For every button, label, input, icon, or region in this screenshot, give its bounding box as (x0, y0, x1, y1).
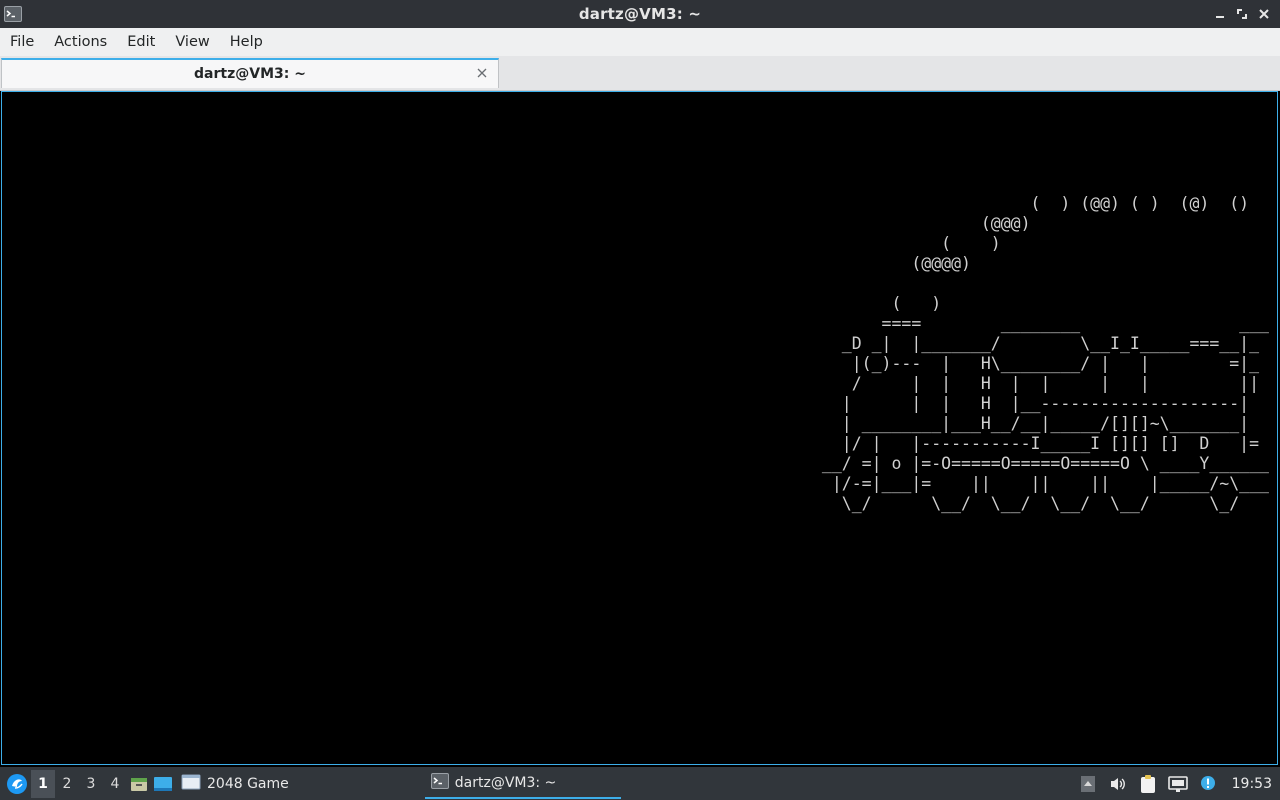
network-icon[interactable] (1167, 773, 1188, 795)
window-titlebar[interactable]: dartz@VM3: ~ (0, 0, 1280, 28)
terminal-view[interactable]: ( ) (@@) ( ) (@) () (@@@) ( ) (@@@@) ( )… (1, 91, 1278, 765)
menu-file[interactable]: File (0, 34, 44, 50)
tab-bar: dartz@VM3: ~ (0, 56, 1280, 91)
terminal-output: ( ) (@@) ( ) (@) () (@@@) ( ) (@@@@) ( )… (821, 194, 1269, 513)
terminal-icon (430, 772, 449, 793)
tray-expand-icon[interactable] (1078, 773, 1098, 795)
system-tray: 19:53 (1078, 773, 1280, 795)
menu-help[interactable]: Help (220, 34, 273, 50)
terminal-app-icon[interactable] (4, 5, 22, 23)
window-controls (1212, 6, 1272, 22)
tab-label: dartz@VM3: ~ (194, 66, 306, 82)
minimize-icon[interactable] (1212, 6, 1228, 22)
file-manager-icon[interactable] (127, 770, 151, 798)
task-label: dartz@VM3: ~ (454, 774, 557, 791)
menu-actions[interactable]: Actions (44, 34, 117, 50)
maximize-icon[interactable] (1234, 6, 1250, 22)
window-title: dartz@VM3: ~ (578, 5, 702, 23)
start-menu-icon[interactable] (3, 770, 31, 798)
tab-close-icon[interactable] (474, 65, 490, 81)
menu-edit[interactable]: Edit (117, 34, 165, 50)
volume-icon[interactable] (1108, 773, 1128, 795)
desktop-2[interactable]: 2 (55, 770, 79, 798)
window-icon (181, 773, 201, 795)
taskbar: 1 2 3 4 2048 Game dartz@VM3: ~ 19:53 (0, 767, 1280, 800)
desktop-4[interactable]: 4 (103, 770, 127, 798)
task-label: 2048 Game (207, 775, 289, 792)
close-icon[interactable] (1256, 6, 1272, 22)
menu-view[interactable]: View (165, 34, 219, 50)
clock[interactable]: 19:53 (1228, 776, 1272, 792)
tab-terminal[interactable]: dartz@VM3: ~ (1, 58, 499, 88)
task-2048-game[interactable]: 2048 Game (175, 769, 295, 799)
clipboard-icon[interactable] (1138, 773, 1158, 795)
desktop-1[interactable]: 1 (31, 769, 55, 798)
task-terminal[interactable]: dartz@VM3: ~ (424, 769, 621, 799)
notification-icon[interactable] (1198, 773, 1218, 795)
show-desktop-icon[interactable] (151, 770, 175, 798)
menu-bar: File Actions Edit View Help (0, 28, 1280, 56)
desktop-3[interactable]: 3 (79, 770, 103, 798)
